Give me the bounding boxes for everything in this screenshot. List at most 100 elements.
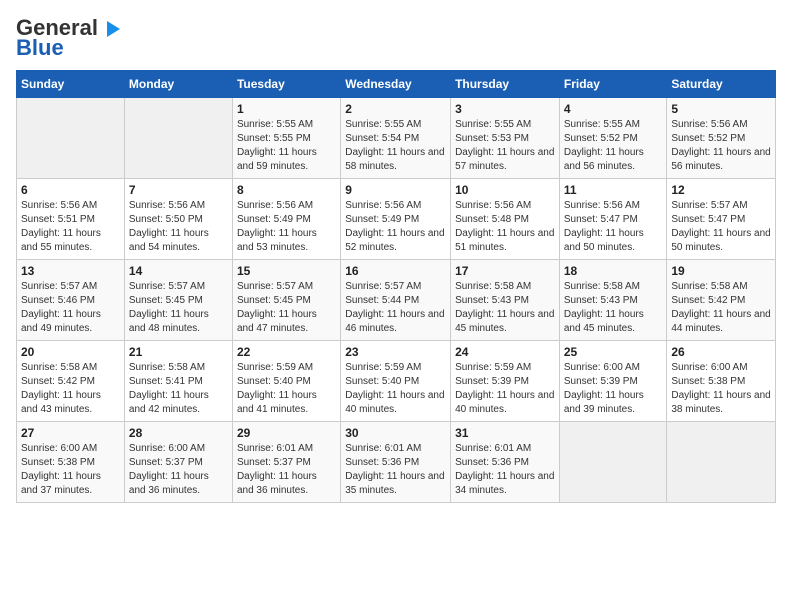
day-info: Sunrise: 5:56 AM Sunset: 5:50 PM Dayligh… [129, 199, 228, 255]
calendar-cell: 24 Sunrise: 5:59 AM Sunset: 5:39 PM Dayli… [451, 341, 560, 422]
calendar-cell: 4 Sunrise: 5:55 AM Sunset: 5:52 PM Daylig… [559, 98, 667, 179]
weekday-header-monday: Monday [124, 71, 232, 98]
calendar-cell: 3 Sunrise: 5:55 AM Sunset: 5:53 PM Daylig… [451, 98, 560, 179]
day-number: 3 [455, 102, 555, 116]
logo: General Blue [16, 16, 120, 60]
day-number: 15 [237, 264, 336, 278]
day-number: 16 [345, 264, 446, 278]
calendar-cell: 5Sunrise: 5:56 AM Sunset: 5:52 PM Daylig… [667, 98, 776, 179]
day-info: Sunrise: 5:56 AM Sunset: 5:47 PM Dayligh… [564, 199, 663, 255]
day-info: Sunrise: 5:55 AM Sunset: 5:54 PM Dayligh… [345, 118, 446, 174]
day-number: 24 [455, 345, 555, 359]
day-info: Sunrise: 5:56 AM Sunset: 5:48 PM Dayligh… [455, 199, 555, 255]
day-info: Sunrise: 5:58 AM Sunset: 5:43 PM Dayligh… [455, 280, 555, 336]
weekday-header-wednesday: Wednesday [341, 71, 451, 98]
day-number: 29 [237, 426, 336, 440]
day-number: 10 [455, 183, 555, 197]
weekday-header-sunday: Sunday [17, 71, 125, 98]
calendar-cell: 2 Sunrise: 5:55 AM Sunset: 5:54 PM Daylig… [341, 98, 451, 179]
day-number: 27 [21, 426, 120, 440]
calendar-cell: 15 Sunrise: 5:57 AM Sunset: 5:45 PM Dayli… [232, 260, 340, 341]
day-info: Sunrise: 5:59 AM Sunset: 5:40 PM Dayligh… [345, 361, 446, 417]
calendar-cell: 9Sunrise: 5:56 AM Sunset: 5:49 PM Daylig… [341, 179, 451, 260]
calendar-cell: 7Sunrise: 5:56 AM Sunset: 5:50 PM Daylig… [124, 179, 232, 260]
day-number: 30 [345, 426, 446, 440]
day-number: 19 [671, 264, 771, 278]
calendar-cell: 23 Sunrise: 5:59 AM Sunset: 5:40 PM Dayli… [341, 341, 451, 422]
day-number: 31 [455, 426, 555, 440]
day-number: 21 [129, 345, 228, 359]
day-info: Sunrise: 6:00 AM Sunset: 5:38 PM Dayligh… [671, 361, 771, 417]
day-info: Sunrise: 6:01 AM Sunset: 5:37 PM Dayligh… [237, 442, 336, 498]
day-info: Sunrise: 5:57 AM Sunset: 5:44 PM Dayligh… [345, 280, 446, 336]
day-info: Sunrise: 5:56 AM Sunset: 5:49 PM Dayligh… [237, 199, 336, 255]
day-number: 4 [564, 102, 663, 116]
day-info: Sunrise: 5:57 AM Sunset: 5:45 PM Dayligh… [129, 280, 228, 336]
day-number: 17 [455, 264, 555, 278]
day-number: 13 [21, 264, 120, 278]
day-number: 2 [345, 102, 446, 116]
day-info: Sunrise: 5:55 AM Sunset: 5:53 PM Dayligh… [455, 118, 555, 174]
day-number: 22 [237, 345, 336, 359]
calendar-cell: 6 Sunrise: 5:56 AM Sunset: 5:51 PM Daylig… [17, 179, 125, 260]
day-number: 6 [21, 183, 120, 197]
calendar-cell [124, 98, 232, 179]
day-info: Sunrise: 5:58 AM Sunset: 5:41 PM Dayligh… [129, 361, 228, 417]
weekday-header-saturday: Saturday [667, 71, 776, 98]
day-info: Sunrise: 5:56 AM Sunset: 5:49 PM Dayligh… [345, 199, 446, 255]
calendar-cell: 18 Sunrise: 5:58 AM Sunset: 5:43 PM Dayli… [559, 260, 667, 341]
day-info: Sunrise: 5:58 AM Sunset: 5:42 PM Dayligh… [671, 280, 771, 336]
weekday-header-thursday: Thursday [451, 71, 560, 98]
calendar-cell: 26 Sunrise: 6:00 AM Sunset: 5:38 PM Dayli… [667, 341, 776, 422]
calendar-cell: 16 Sunrise: 5:57 AM Sunset: 5:44 PM Dayli… [341, 260, 451, 341]
page-header: General Blue [16, 16, 776, 60]
day-info: Sunrise: 5:56 AM Sunset: 5:51 PM Dayligh… [21, 199, 120, 255]
day-info: Sunrise: 5:59 AM Sunset: 5:39 PM Dayligh… [455, 361, 555, 417]
day-info: Sunrise: 5:57 AM Sunset: 5:46 PM Dayligh… [21, 280, 120, 336]
day-info: Sunrise: 6:01 AM Sunset: 5:36 PM Dayligh… [345, 442, 446, 498]
day-info: Sunrise: 5:57 AM Sunset: 5:47 PM Dayligh… [671, 199, 771, 255]
day-number: 8 [237, 183, 336, 197]
logo-blue: Blue [16, 36, 64, 60]
weekday-header-tuesday: Tuesday [232, 71, 340, 98]
calendar-cell: 29 Sunrise: 6:01 AM Sunset: 5:37 PM Dayli… [232, 422, 340, 503]
calendar-cell [17, 98, 125, 179]
day-info: Sunrise: 6:00 AM Sunset: 5:39 PM Dayligh… [564, 361, 663, 417]
calendar-cell: 20 Sunrise: 5:58 AM Sunset: 5:42 PM Dayli… [17, 341, 125, 422]
day-info: Sunrise: 5:59 AM Sunset: 5:40 PM Dayligh… [237, 361, 336, 417]
day-info: Sunrise: 5:56 AM Sunset: 5:52 PM Dayligh… [671, 118, 771, 174]
day-number: 26 [671, 345, 771, 359]
calendar-cell: 10 Sunrise: 5:56 AM Sunset: 5:48 PM Dayli… [451, 179, 560, 260]
calendar-cell: 11 Sunrise: 5:56 AM Sunset: 5:47 PM Dayli… [559, 179, 667, 260]
day-info: Sunrise: 6:01 AM Sunset: 5:36 PM Dayligh… [455, 442, 555, 498]
calendar-cell: 28Sunrise: 6:00 AM Sunset: 5:37 PM Dayli… [124, 422, 232, 503]
day-info: Sunrise: 6:00 AM Sunset: 5:38 PM Dayligh… [21, 442, 120, 498]
calendar-cell: 21 Sunrise: 5:58 AM Sunset: 5:41 PM Dayli… [124, 341, 232, 422]
day-number: 20 [21, 345, 120, 359]
calendar-cell [559, 422, 667, 503]
calendar-cell [667, 422, 776, 503]
calendar-cell: 13 Sunrise: 5:57 AM Sunset: 5:46 PM Dayli… [17, 260, 125, 341]
day-number: 11 [564, 183, 663, 197]
calendar-cell: 22 Sunrise: 5:59 AM Sunset: 5:40 PM Dayli… [232, 341, 340, 422]
day-info: Sunrise: 6:00 AM Sunset: 5:37 PM Dayligh… [129, 442, 228, 498]
calendar-cell: 31 Sunrise: 6:01 AM Sunset: 5:36 PM Dayli… [451, 422, 560, 503]
day-number: 14 [129, 264, 228, 278]
calendar-cell: 19 Sunrise: 5:58 AM Sunset: 5:42 PM Dayli… [667, 260, 776, 341]
day-info: Sunrise: 5:58 AM Sunset: 5:42 PM Dayligh… [21, 361, 120, 417]
day-info: Sunrise: 5:57 AM Sunset: 5:45 PM Dayligh… [237, 280, 336, 336]
day-info: Sunrise: 5:55 AM Sunset: 5:55 PM Dayligh… [237, 118, 336, 174]
day-info: Sunrise: 5:58 AM Sunset: 5:43 PM Dayligh… [564, 280, 663, 336]
calendar-table: SundayMondayTuesdayWednesdayThursdayFrid… [16, 70, 776, 503]
day-info: Sunrise: 5:55 AM Sunset: 5:52 PM Dayligh… [564, 118, 663, 174]
day-number: 18 [564, 264, 663, 278]
day-number: 1 [237, 102, 336, 116]
calendar-cell: 17 Sunrise: 5:58 AM Sunset: 5:43 PM Dayli… [451, 260, 560, 341]
calendar-cell: 8 Sunrise: 5:56 AM Sunset: 5:49 PM Daylig… [232, 179, 340, 260]
day-number: 23 [345, 345, 446, 359]
day-number: 25 [564, 345, 663, 359]
day-number: 12 [671, 183, 771, 197]
calendar-cell: 30 Sunrise: 6:01 AM Sunset: 5:36 PM Dayli… [341, 422, 451, 503]
calendar-cell: 27 Sunrise: 6:00 AM Sunset: 5:38 PM Dayli… [17, 422, 125, 503]
calendar-cell: 14 Sunrise: 5:57 AM Sunset: 5:45 PM Dayli… [124, 260, 232, 341]
